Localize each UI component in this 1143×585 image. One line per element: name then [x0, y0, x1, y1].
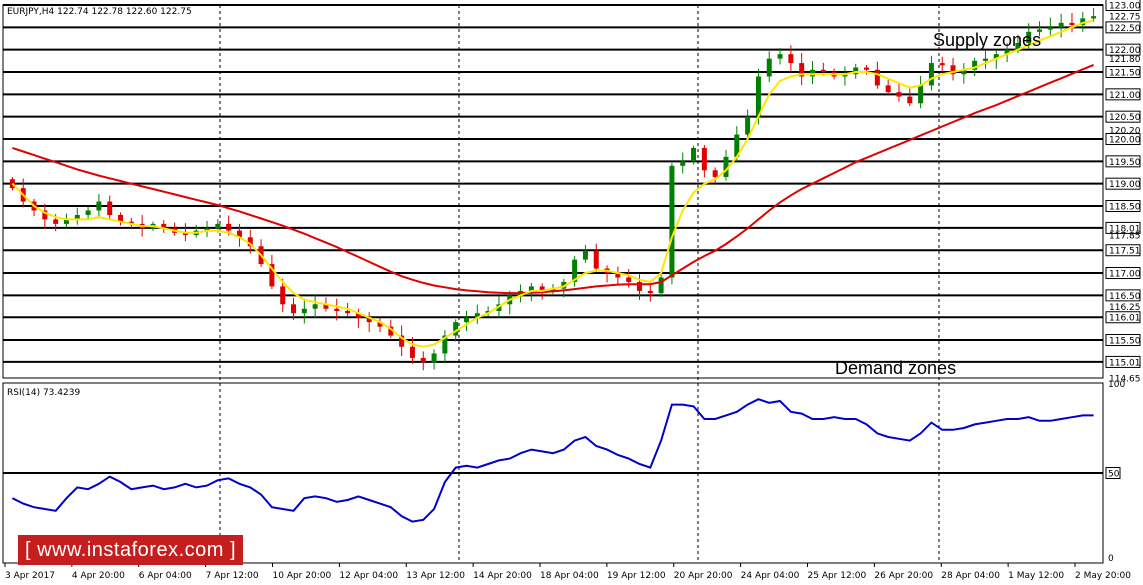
candle-body: [226, 223, 232, 231]
x-tick-label: 12 Apr 04:00: [339, 571, 398, 581]
candle-body: [431, 353, 437, 363]
price-tick-label: 116.50: [1109, 292, 1141, 302]
price-tick-label: 115.01: [1109, 358, 1141, 368]
candle-body: [701, 147, 707, 171]
x-tick-label: 19 Apr 12:00: [607, 571, 666, 581]
candle-body: [291, 304, 297, 314]
candle-body: [593, 250, 599, 269]
candle-body: [107, 201, 113, 215]
x-tick-label: 4 Apr 20:00: [72, 571, 125, 581]
price-tick-label: 120.50: [1109, 113, 1141, 123]
candle-body: [582, 250, 588, 260]
candle-body: [312, 304, 318, 309]
rsi-line: [11, 398, 1094, 523]
instaforex-watermark: [ www.instaforex.com ]: [18, 535, 243, 565]
x-tick-label: 2 May 20:00: [1075, 571, 1131, 581]
price-tick-label: 119.00: [1109, 180, 1141, 190]
supply-zones-label: Supply zones: [933, 30, 1041, 50]
candle-body: [669, 165, 675, 278]
x-tick-label: 3 Apr 2017: [5, 571, 55, 581]
x-tick-label: 25 Apr 12:00: [808, 571, 867, 581]
symbol-info: EURJPY,H4 122.74 122.78 122.60 122.75: [7, 7, 192, 17]
candle-body: [777, 54, 783, 59]
candle-body: [96, 201, 102, 211]
candle-body: [820, 69, 826, 73]
chart-area[interactable]: 123.00 122.75 122.50 122.00 121.80 121.50 121.…: [0, 0, 1143, 585]
candle-body: [907, 96, 913, 104]
candle-body: [53, 219, 59, 224]
price-tick-label: 121.00: [1109, 91, 1141, 101]
candle-body: [885, 85, 891, 93]
rsi-tick-50: 50: [1108, 470, 1120, 480]
chart-svg: 123.00122.75122.50122.00121.80121.50121.…: [2, 0, 1141, 581]
candle-body: [215, 223, 221, 229]
candle-body: [345, 310, 351, 314]
candle-body: [745, 116, 751, 135]
candle-body: [766, 58, 772, 77]
slow-moving-average: [12, 63, 1094, 295]
price-tick-label: 123.00: [1109, 2, 1141, 12]
x-tick-label: 6 Apr 04:00: [139, 571, 192, 581]
candle-body: [626, 277, 632, 282]
candle-body: [1091, 16, 1097, 19]
price-panel-frame: [2, 4, 1104, 379]
price-tick-label: 116.01: [1109, 314, 1141, 324]
candle-body: [712, 170, 718, 177]
x-tick-label: 28 Apr 04:00: [941, 571, 1000, 581]
price-tick-label: 117.85: [1109, 232, 1141, 242]
candle-body: [301, 308, 307, 314]
candle-body: [334, 308, 340, 311]
candle-body: [409, 346, 415, 358]
price-tick-label: 121.80: [1109, 55, 1141, 65]
candle-body: [864, 67, 870, 70]
price-tick-label: 119.50: [1109, 158, 1141, 168]
candle-body: [680, 161, 686, 166]
candle-body: [647, 290, 653, 294]
x-tick-label: 14 Apr 20:00: [473, 571, 532, 581]
candle-body: [928, 63, 934, 86]
candle-body: [896, 92, 902, 97]
price-tick-label: 122.75: [1109, 13, 1141, 23]
price-tick-label: 118.50: [1109, 203, 1141, 213]
candle-body: [918, 85, 924, 104]
x-tick-label: 7 Apr 12:00: [206, 571, 259, 581]
candle-body: [1069, 22, 1075, 26]
x-tick-label: 18 Apr 04:00: [540, 571, 599, 581]
price-tick-label: 115.50: [1109, 337, 1141, 347]
price-tick-label: 117.00: [1109, 270, 1141, 280]
candle-body: [280, 286, 286, 305]
candle-body: [755, 76, 761, 117]
candle-body: [464, 317, 470, 323]
price-tick-label: 117.51: [1109, 247, 1141, 257]
candle-body: [420, 357, 426, 363]
candle-body: [85, 210, 91, 215]
x-tick-label: 13 Apr 12:00: [406, 571, 465, 581]
candle-body: [874, 69, 880, 86]
price-tick-label: 121.50: [1109, 69, 1141, 79]
candle-body: [788, 54, 794, 64]
rsi-tick-0: 0: [1108, 554, 1114, 564]
candle-body: [1047, 27, 1053, 30]
price-tick-label: 122.50: [1109, 24, 1141, 34]
rsi-label: RSI(14) 73.4239: [7, 388, 80, 398]
candle-body: [939, 63, 945, 66]
candle-body: [809, 69, 815, 77]
candle-body: [982, 58, 988, 61]
price-tick-label: 120.00: [1109, 136, 1141, 146]
x-tick-label: 24 Apr 04:00: [741, 571, 800, 581]
x-tick-label: 1 May 12:00: [1008, 571, 1064, 581]
candle-body: [691, 147, 697, 162]
rsi-tick-100: 100: [1108, 380, 1125, 390]
x-tick-label: 26 Apr 20:00: [874, 571, 933, 581]
x-tick-label: 20 Apr 20:00: [674, 571, 733, 581]
demand-zones-label: Demand zones: [835, 358, 956, 378]
x-tick-label: 10 Apr 20:00: [273, 571, 332, 581]
candle-body: [1058, 22, 1064, 28]
